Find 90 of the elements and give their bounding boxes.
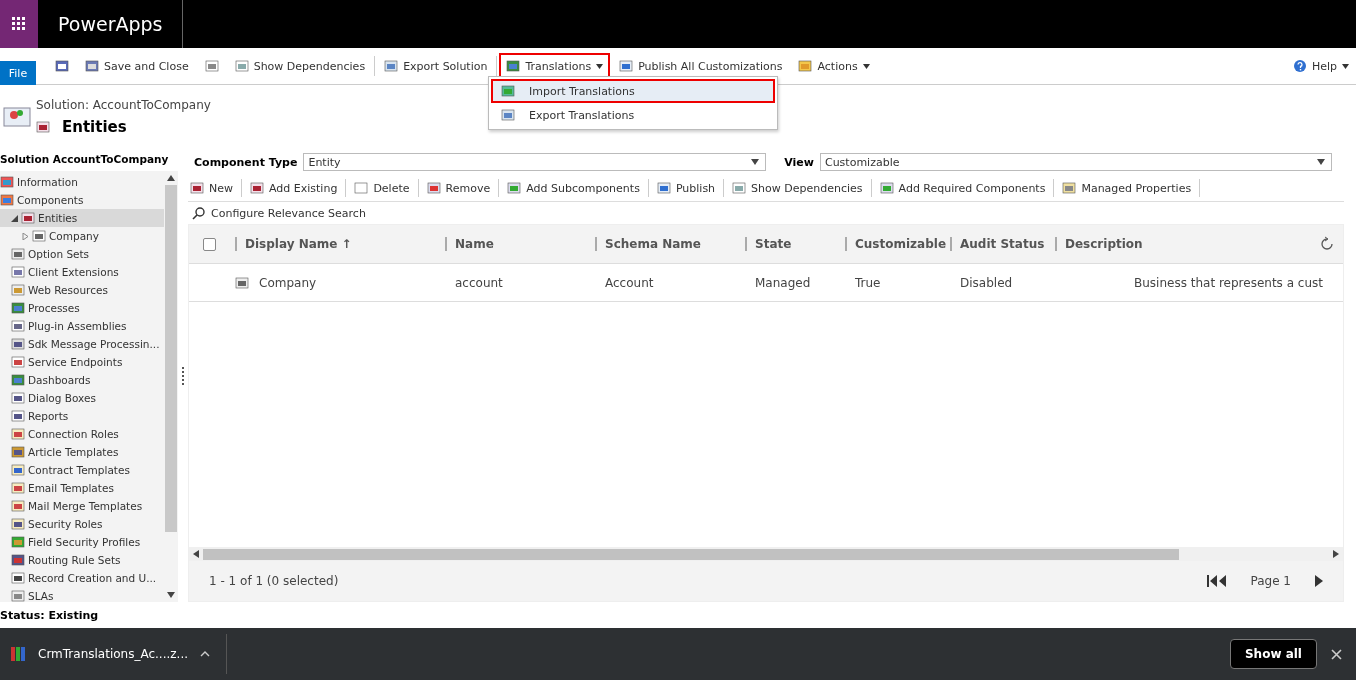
splitter-handle-icon[interactable] <box>182 366 184 385</box>
table-cell-text: account <box>454 275 503 290</box>
help-icon <box>1292 59 1307 73</box>
toolbar-button[interactable]: Add Required Components <box>877 179 1055 197</box>
ribbon-button[interactable]: Save and Close <box>78 53 196 79</box>
horizontal-scrollbar[interactable] <box>189 547 1343 561</box>
page-title: Entities <box>62 118 127 136</box>
ribbon-button[interactable]: Actions <box>791 53 877 79</box>
collapsed-arrow-icon[interactable] <box>22 232 29 240</box>
tree-item[interactable]: Field Security Profiles <box>0 533 164 551</box>
tree-item[interactable]: Information <box>0 173 164 191</box>
scroll-up-icon <box>167 175 175 181</box>
waffle-icon <box>12 17 26 31</box>
scroll-down-icon <box>167 592 175 598</box>
column-header[interactable]: Display Name ↑ <box>235 237 352 251</box>
toolbar-button[interactable]: Publish <box>654 179 725 197</box>
column-header[interactable]: Name <box>445 237 494 251</box>
tree-item[interactable]: Sdk Message Processin... <box>0 335 164 353</box>
app-launcher[interactable] <box>0 0 38 48</box>
column-header[interactable]: Description <box>1055 237 1143 251</box>
select-all-checkbox[interactable] <box>203 237 216 251</box>
tree-item[interactable]: Company <box>0 227 164 245</box>
toolbar-button[interactable]: Delete <box>352 179 419 197</box>
toolbar-button[interactable]: New <box>188 179 242 197</box>
tree-item[interactable]: Dialog Boxes <box>0 389 164 407</box>
scroll-right-icon <box>1333 550 1339 558</box>
page-number: Page 1 <box>1250 574 1291 588</box>
tree-item[interactable]: Mail Merge Templates <box>0 497 164 515</box>
solution-name: Solution: AccountToCompany <box>36 98 211 112</box>
column-header[interactable]: Audit Status <box>950 237 1045 251</box>
tree-item[interactable]: Reports <box>0 407 164 425</box>
table-cell-text: Managed <box>754 275 811 290</box>
tree-item[interactable]: Contract Templates <box>0 461 164 479</box>
scroll-left-icon <box>193 550 199 558</box>
relevance-search-link[interactable]: Configure Relevance Search <box>188 202 366 224</box>
tree-item[interactable]: Plug-in Assemblies <box>0 317 164 335</box>
refresh-icon[interactable] <box>1319 236 1335 252</box>
dropdown-arrow-icon <box>751 159 760 165</box>
table-cell-text: True <box>854 275 881 290</box>
tree-item[interactable]: Record Creation and U... <box>0 569 164 587</box>
tree-item[interactable]: Processes <box>0 299 164 317</box>
search-icon <box>192 206 205 220</box>
field-label: Component Type <box>194 155 298 169</box>
tree-item[interactable]: Security Roles <box>0 515 164 533</box>
sidebar-title: Solution AccountToCompany <box>0 149 178 171</box>
table-cell-text: Disabled <box>959 275 1013 290</box>
column-header[interactable]: State <box>745 237 792 251</box>
toolbar-button[interactable]: Add Existing <box>248 179 347 197</box>
tree-item[interactable]: Web Resources <box>0 281 164 299</box>
ribbon-button[interactable]: Show Dependencies <box>227 53 373 79</box>
ribbon-button[interactable]: Publish All Customizations <box>612 53 790 79</box>
column-header[interactable]: Schema Name <box>595 237 701 251</box>
toolbar-button[interactable]: Remove <box>424 179 500 197</box>
tree-item[interactable]: Article Templates <box>0 443 164 461</box>
menu-item[interactable]: Import Translations <box>491 79 775 103</box>
download-item[interactable]: CrmTranslations_Ac....z... <box>0 634 228 674</box>
column-header[interactable]: Customizable <box>845 237 946 251</box>
ribbon-button[interactable]: Export Solution <box>377 53 495 79</box>
first-page-icon[interactable] <box>1206 575 1227 587</box>
help-button[interactable]: Help <box>1285 53 1356 79</box>
expanded-arrow-icon[interactable] <box>11 214 18 222</box>
view-select[interactable]: Customizable <box>819 153 1332 171</box>
tree-item[interactable]: Connection Roles <box>0 425 164 443</box>
app-title: PowerApps <box>38 0 184 48</box>
chevron-up-icon <box>200 651 211 657</box>
record-count: 1 - 1 of 1 (0 selected) <box>209 574 339 588</box>
toolbar-button[interactable]: Add Subcomponents <box>505 179 649 197</box>
caret-icon <box>1342 63 1349 69</box>
tree-item[interactable]: Components <box>0 191 164 209</box>
table-cell-text: Company <box>258 275 317 290</box>
toolbar-button[interactable]: Show Dependencies <box>730 179 872 197</box>
tree-item[interactable]: Routing Rule Sets <box>0 551 164 569</box>
file-tab[interactable]: File <box>0 61 36 85</box>
tree-item[interactable]: Client Extensions <box>0 263 164 281</box>
tree-item[interactable]: Email Templates <box>0 479 164 497</box>
next-page-icon[interactable] <box>1315 575 1323 587</box>
table-cell-text: Business that represents a cust <box>1133 275 1323 290</box>
tree-item[interactable]: SLAs <box>0 587 164 602</box>
show-all-button[interactable]: Show all <box>1229 639 1317 669</box>
table-cell-text: Account <box>604 275 654 290</box>
tree-item[interactable]: Option Sets <box>0 245 164 263</box>
archive-icon <box>10 646 26 662</box>
status-text: Status: Existing <box>0 607 100 624</box>
tree-item[interactable]: Entities <box>0 209 164 227</box>
dropdown-arrow-icon <box>1317 159 1325 165</box>
component-type-select[interactable]: Entity <box>303 153 767 171</box>
tree-item[interactable]: Service Endpoints <box>0 353 164 371</box>
tree-item[interactable]: Dashboards <box>0 371 164 389</box>
toolbar-button[interactable]: Managed Properties <box>1060 179 1201 197</box>
field-label: View <box>784 155 814 169</box>
